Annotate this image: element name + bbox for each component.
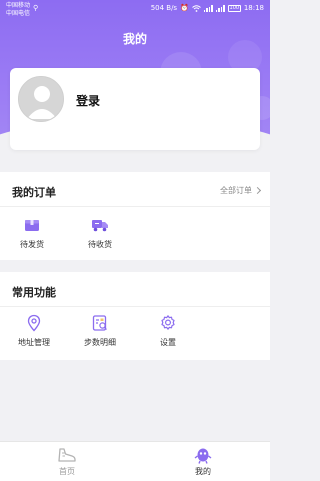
nav-mine[interactable]: 我的 xyxy=(173,446,233,477)
tool-label: 地址管理 xyxy=(18,338,50,347)
avatar[interactable] xyxy=(18,76,64,122)
order-item-pending-receipt[interactable]: 待收货 xyxy=(70,216,130,250)
signal-icon-2 xyxy=(215,4,225,12)
shoe-icon xyxy=(58,448,76,462)
order-item-pending-shipment[interactable]: 待发货 xyxy=(2,216,62,250)
tool-settings[interactable]: 设置 xyxy=(138,314,198,348)
carrier-2: 中国电信 xyxy=(6,10,31,17)
status-bar: 中国移动 中国电信 ⚲ 504 B/s ⏰ 100 18:18 xyxy=(0,0,270,18)
usb-icon: ⚲ xyxy=(33,4,39,12)
user-avatar-icon xyxy=(19,77,63,121)
nav-mine-label: 我的 xyxy=(195,467,211,476)
bottom-nav: 首页 我的 xyxy=(0,441,270,481)
orders-section: 我的订单 全部订单 待发货 待收货 xyxy=(0,172,270,260)
tool-steps-detail[interactable]: 步数明细 xyxy=(70,314,130,348)
login-link[interactable]: 登录 xyxy=(76,92,100,109)
status-right: 504 B/s ⏰ 100 18:18 xyxy=(151,4,264,12)
tools-title: 常用功能 xyxy=(12,286,56,299)
gear-icon xyxy=(161,315,175,330)
location-pin-icon xyxy=(27,314,41,332)
alarm-icon: ⏰ xyxy=(180,4,189,12)
tool-address-management[interactable]: 地址管理 xyxy=(4,314,64,348)
order-item-label: 待收货 xyxy=(88,240,112,249)
signal-icon xyxy=(203,4,213,12)
clock: 18:18 xyxy=(243,4,264,12)
divider xyxy=(0,206,270,207)
order-item-label: 待发货 xyxy=(20,240,44,249)
nav-home[interactable]: 首页 xyxy=(37,446,97,477)
orders-title: 我的订单 xyxy=(12,186,56,199)
nav-home-label: 首页 xyxy=(59,467,75,476)
truck-icon xyxy=(92,220,108,232)
divider xyxy=(0,306,270,307)
carrier-1: 中国移动 xyxy=(6,2,31,9)
mascot-icon xyxy=(194,448,212,464)
wifi-icon xyxy=(192,4,201,12)
box-icon xyxy=(25,220,39,231)
chevron-right-icon xyxy=(253,186,262,195)
network-speed: 504 B/s xyxy=(150,4,178,12)
battery-icon: 100 xyxy=(227,4,241,12)
tools-section: 常用功能 地址管理 步数明细 设置 xyxy=(0,272,270,360)
all-orders-label: 全部订单 xyxy=(220,186,252,195)
tool-label: 步数明细 xyxy=(84,338,116,347)
all-orders-link[interactable]: 全部订单 xyxy=(220,185,262,196)
carrier-names: 中国移动 中国电信 xyxy=(6,2,30,18)
tool-label: 设置 xyxy=(160,338,176,347)
steps-detail-icon xyxy=(92,315,107,331)
profile-card[interactable]: 登录 xyxy=(10,68,260,150)
page-title: 我的 xyxy=(122,32,147,46)
